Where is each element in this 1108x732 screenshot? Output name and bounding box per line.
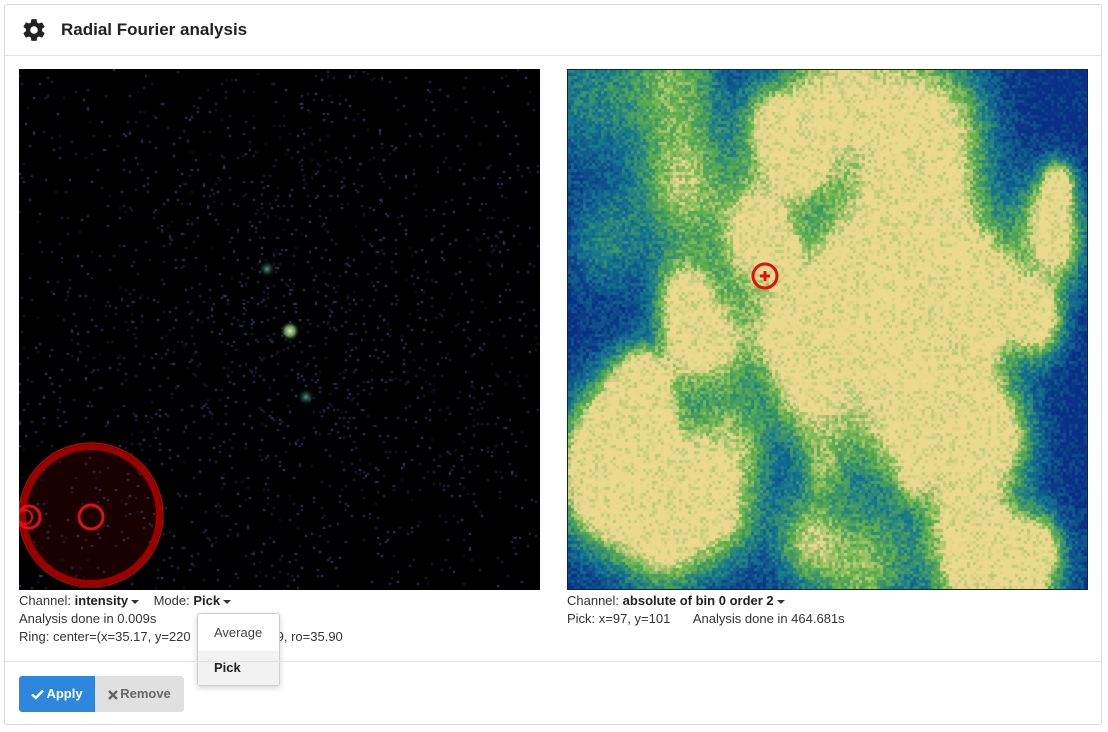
mode-dropdown-menu: Average Pick [197, 613, 280, 686]
ring-info: Ring: center=(x=35.17, y=220 9, ro=35.90 [19, 629, 343, 644]
footer-divider [5, 661, 1101, 662]
remove-button[interactable]: Remove [95, 676, 184, 712]
right-status-row: Pick: x=97, y=101 Analysis done in 464.6… [567, 610, 845, 628]
channel-select[interactable]: absolute of bin 0 order 2 [623, 593, 785, 608]
fourier-map-view[interactable] [567, 69, 1088, 590]
panel-header: Radial Fourier analysis [5, 5, 1101, 56]
mode-select[interactable]: Pick [193, 593, 232, 608]
ring-overlay[interactable] [19, 69, 540, 590]
right-controls-row: Channel: absolute of bin 0 order 2 [567, 592, 785, 610]
panel-title: Radial Fourier analysis [61, 20, 248, 39]
right-analysis-time: Analysis done in 464.681s [692, 611, 845, 626]
check-icon [31, 689, 45, 700]
caret-down-icon [223, 599, 232, 604]
channel-select[interactable]: intensity [75, 593, 140, 608]
left-controls-row: Channel: intensity Mode: Pick [19, 592, 232, 610]
pick-coordinates: Pick: x=97, y=101 [567, 611, 671, 626]
mode-option-average[interactable]: Average [198, 616, 279, 650]
channel-label: Channel: [567, 593, 620, 608]
pick-overlay[interactable] [568, 70, 1087, 589]
outer-ring-handle[interactable] [20, 444, 162, 586]
mode-label: Mode: [153, 593, 190, 608]
gear-icon [23, 19, 45, 41]
left-analysis-time: Analysis done in 0.009s [19, 611, 157, 626]
intensity-image-view[interactable] [19, 69, 540, 590]
mode-option-pick[interactable]: Pick [198, 651, 279, 685]
caret-down-icon [776, 599, 785, 604]
close-icon [108, 689, 119, 700]
channel-label: Channel: [19, 593, 72, 608]
caret-down-icon [131, 599, 140, 604]
apply-button[interactable]: Apply [19, 676, 95, 712]
radial-fourier-panel: Radial Fourier analysis Channel: intensi… [4, 4, 1102, 725]
